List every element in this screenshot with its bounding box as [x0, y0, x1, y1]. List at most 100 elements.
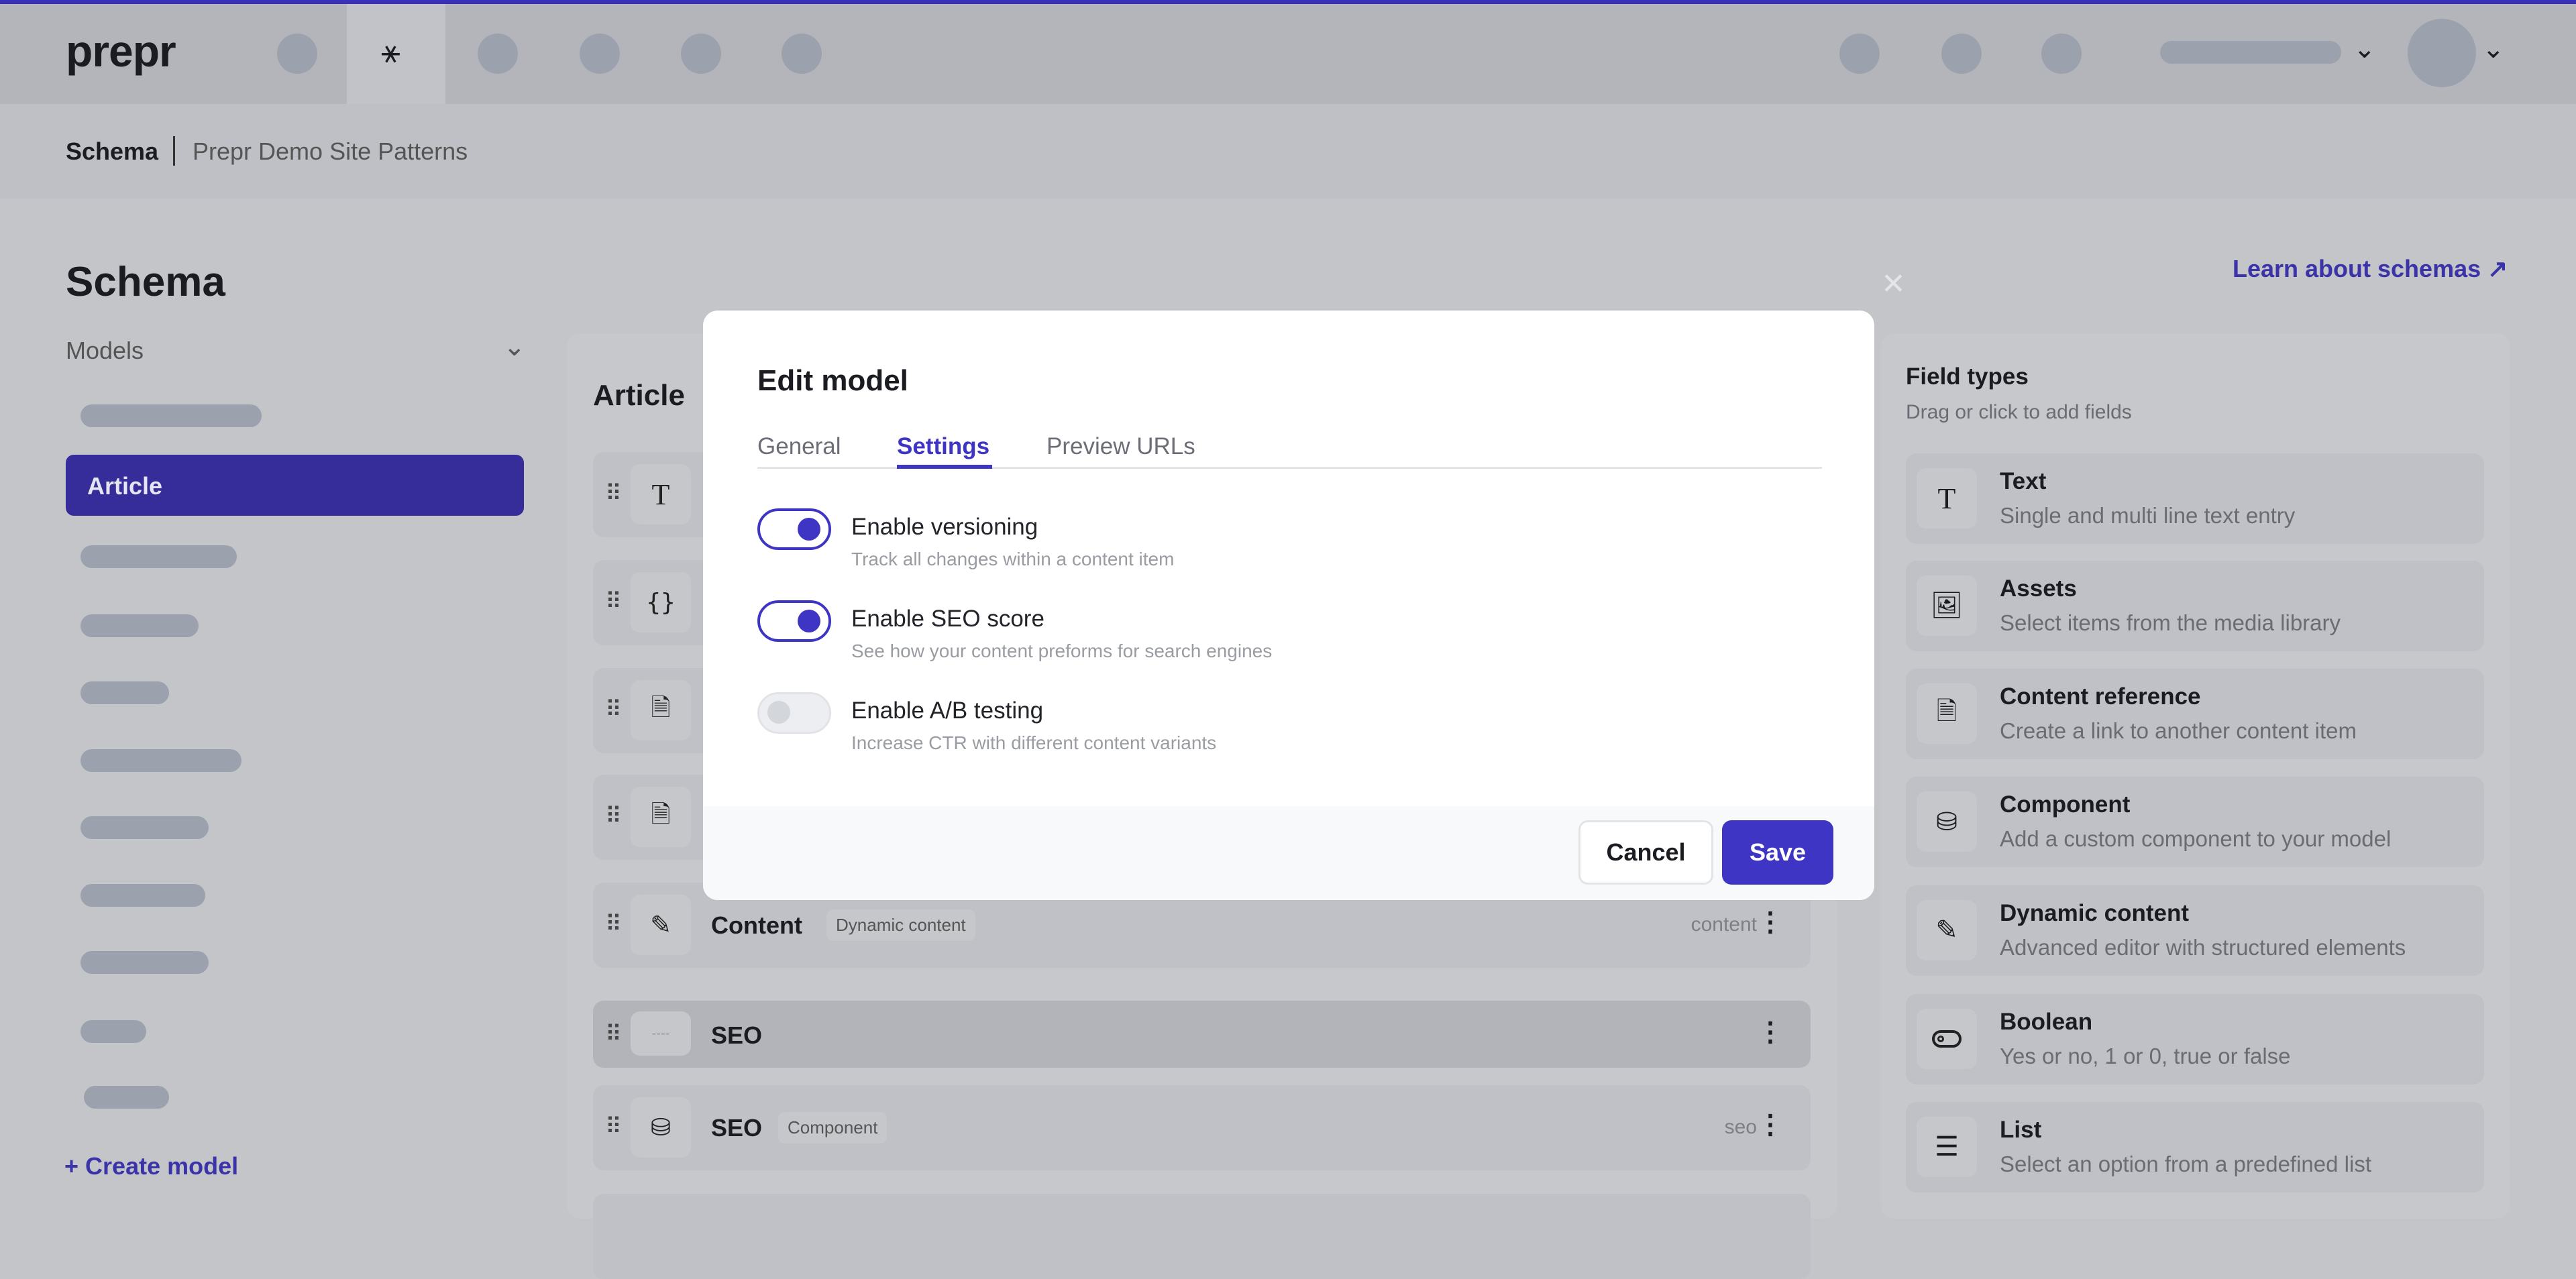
more-icon[interactable]: ⋮: [1757, 1109, 1784, 1140]
drag-handle-icon[interactable]: ⠿: [605, 1021, 622, 1048]
tab-general[interactable]: General: [757, 433, 841, 460]
nav-item[interactable]: [782, 34, 822, 74]
plus-icon: +: [64, 1152, 79, 1180]
schema-icon[interactable]: ⚹: [381, 34, 400, 71]
ab-testing-toggle[interactable]: [757, 692, 831, 734]
field-type-desc: Add a custom component to your model: [2000, 826, 2392, 851]
more-icon[interactable]: ⋮: [1757, 1017, 1784, 1048]
nav-action[interactable]: [1941, 34, 1982, 74]
field-type-content-reference[interactable]: 🗎 Content reference Create a link to anoth…: [1906, 669, 2484, 759]
models-heading: Models: [66, 337, 144, 364]
text-icon: T: [1917, 468, 1977, 529]
edit-icon: ✎: [631, 895, 691, 955]
page-title: Schema: [66, 259, 225, 305]
field-row[interactable]: ⠿ ---- SEO ⋮: [593, 1001, 1811, 1068]
setting-label: Enable SEO score: [851, 606, 1044, 632]
chevron-down-icon[interactable]: ⌄: [503, 331, 526, 362]
list-icon: ☰: [1917, 1117, 1977, 1177]
field-type-text[interactable]: T Text Single and multi line text entry: [1906, 453, 2484, 544]
field-name: SEO: [711, 1114, 763, 1142]
save-button[interactable]: Save: [1722, 820, 1833, 885]
component-icon: ⛁: [1917, 791, 1977, 852]
cancel-button[interactable]: Cancel: [1578, 820, 1713, 885]
field-name: SEO: [711, 1021, 763, 1049]
text-icon: T: [631, 464, 691, 524]
field-type-desc: Advanced editor with structured elements: [2000, 935, 2406, 960]
setting-label: Enable versioning: [851, 514, 1038, 540]
model-item[interactable]: [80, 404, 262, 427]
model-item[interactable]: [84, 1086, 169, 1109]
seo-score-toggle[interactable]: [757, 600, 831, 642]
drag-handle-icon[interactable]: ⠿: [605, 803, 622, 830]
nav-item[interactable]: [681, 34, 721, 74]
chevron-down-icon[interactable]: ⌄: [2353, 34, 2376, 64]
learn-link[interactable]: Learn about schemas ↗: [2233, 255, 2508, 283]
edit-model-dialog: Edit model General Settings Preview URLs…: [703, 311, 1874, 900]
model-title: Article: [593, 379, 685, 412]
nav-item[interactable]: [277, 34, 317, 74]
field-row[interactable]: [593, 1194, 1811, 1279]
external-link-icon: ↗: [2487, 255, 2508, 282]
model-item[interactable]: [80, 614, 199, 637]
model-item[interactable]: [80, 1020, 146, 1043]
nav-action[interactable]: [2041, 34, 2082, 74]
tab-preview-urls[interactable]: Preview URLs: [1046, 433, 1195, 460]
more-icon[interactable]: ⋮: [1757, 907, 1784, 938]
field-type-desc: Select an option from a predefined list: [2000, 1152, 2371, 1176]
tab-settings[interactable]: Settings: [897, 433, 989, 460]
model-item-label: Article: [87, 472, 163, 500]
toggle-icon: [1917, 1009, 1977, 1069]
setting-label: Enable A/B testing: [851, 698, 1044, 724]
field-type-title: Assets: [2000, 575, 2077, 602]
active-tab-indicator: [897, 465, 992, 469]
drag-handle-icon[interactable]: ⠿: [605, 1113, 622, 1140]
drag-handle-icon[interactable]: ⠿: [605, 911, 622, 938]
close-icon[interactable]: ✕: [1881, 267, 1906, 301]
field-type-badge: Dynamic content: [826, 909, 975, 941]
field-type-title: Content reference: [2000, 683, 2201, 710]
model-item[interactable]: [80, 545, 237, 568]
model-item-article[interactable]: Article: [66, 455, 524, 516]
breadcrumb-project: Prepr Demo Site Patterns: [193, 137, 468, 165]
drag-handle-icon[interactable]: ⠿: [605, 696, 622, 723]
drag-handle-icon[interactable]: ⠿: [605, 480, 622, 507]
drag-handle-icon[interactable]: ⠿: [605, 588, 622, 615]
learn-link-label: Learn about schemas: [2233, 255, 2481, 282]
field-type-badge: Component: [778, 1112, 888, 1144]
placeholder-icon: ----: [631, 1011, 691, 1056]
field-type-dynamic-content[interactable]: ✎ Dynamic content Advanced editor with str…: [1906, 885, 2484, 976]
document-icon: 🗎: [631, 787, 691, 847]
field-type-assets[interactable]: 🖼 Assets Select items from the media libra…: [1906, 561, 2484, 651]
model-item[interactable]: [80, 681, 169, 704]
versioning-toggle[interactable]: [757, 508, 831, 550]
nav-item[interactable]: [478, 34, 518, 74]
chevron-down-icon[interactable]: ⌄: [2482, 34, 2505, 64]
field-type-desc: Single and multi line text entry: [2000, 503, 2296, 528]
field-type-boolean[interactable]: Boolean Yes or no, 1 or 0, true or false: [1906, 994, 2484, 1085]
breadcrumb-current[interactable]: Schema: [66, 137, 158, 166]
field-type-list[interactable]: ☰ List Select an option from a predefined …: [1906, 1102, 2484, 1192]
field-api-id: seo: [1724, 1116, 1757, 1138]
create-model-button[interactable]: + Create model: [64, 1152, 238, 1180]
logo: prepr: [66, 26, 176, 76]
environment-selector[interactable]: [2160, 41, 2341, 64]
nav-item[interactable]: [580, 34, 620, 74]
nav-action[interactable]: [1839, 34, 1880, 74]
field-type-desc: Select items from the media library: [2000, 610, 2341, 635]
field-type-desc: Create a link to another content item: [2000, 718, 2357, 743]
braces-icon: {}: [631, 572, 691, 632]
model-item[interactable]: [80, 951, 209, 974]
field-type-title: Text: [2000, 468, 2047, 494]
model-item[interactable]: [80, 749, 241, 772]
edit-icon: ✎: [1917, 900, 1977, 960]
model-item[interactable]: [80, 816, 209, 839]
setting-desc: Increase CTR with different content vari…: [851, 732, 1217, 753]
avatar[interactable]: [2408, 19, 2476, 87]
setting-desc: See how your content preforms for search…: [851, 641, 1273, 661]
breadcrumb-divider: [173, 136, 175, 166]
model-item[interactable]: [80, 884, 205, 907]
field-types-title: Field types: [1906, 364, 2029, 390]
field-type-component[interactable]: ⛁ Component Add a custom component to your…: [1906, 777, 2484, 867]
component-icon: ⛁: [631, 1097, 691, 1158]
field-row[interactable]: ⠿ ⛁ SEO Component seo ⋮: [593, 1085, 1811, 1170]
